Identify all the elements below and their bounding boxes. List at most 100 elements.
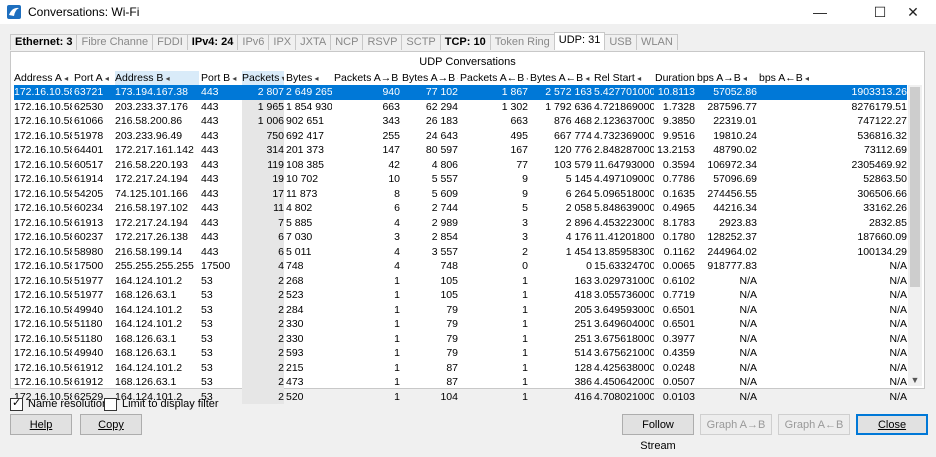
table-row[interactable]: 172.16.10.5851180168.126.63.153233017912…: [14, 332, 907, 347]
conversation-table[interactable]: 172.16.10.5863721173.194.167.384432 8072…: [14, 85, 907, 404]
table-cell: 2: [242, 375, 284, 390]
tab-jxta[interactable]: JXTA: [295, 34, 331, 50]
column-header-packets-a-b[interactable]: Packets A←B ◂: [460, 71, 528, 85]
table-cell: 17500: [201, 259, 241, 274]
table-cell: 1: [460, 303, 528, 318]
table-cell: 51180: [74, 317, 112, 332]
table-row[interactable]: 172.16.10.5864401172.217.161.14244331420…: [14, 143, 907, 158]
table-cell: 103 579: [530, 158, 592, 173]
column-header-packets-a-b[interactable]: Packets A→B ◂: [334, 71, 400, 85]
vertical-scrollbar[interactable]: ▼: [908, 85, 922, 386]
table-cell: 0.1162: [655, 245, 695, 260]
table-row[interactable]: 172.16.10.5862530203.233.37.1764431 9651…: [14, 100, 907, 115]
tab-ipv6[interactable]: IPv6: [237, 34, 269, 50]
column-header-duration[interactable]: Duration ◂: [655, 71, 695, 85]
graph-b-to-a-button[interactable]: Graph A←B: [778, 414, 850, 435]
check-mark-icon: ✓: [12, 396, 21, 410]
tab-usb[interactable]: USB: [604, 34, 637, 50]
graph-a-to-b-button[interactable]: Graph A→B: [700, 414, 772, 435]
column-header-packets[interactable]: Packets ▾: [242, 71, 284, 85]
checkbox-box[interactable]: ✓: [10, 398, 23, 411]
column-header-port-a[interactable]: Port A ◂: [74, 71, 112, 85]
table-cell: 52863.50: [759, 172, 907, 187]
scroll-down-arrow-icon[interactable]: ▼: [908, 374, 922, 386]
table-row[interactable]: 172.16.10.5861066216.58.200.864431 00690…: [14, 114, 907, 129]
column-header-bps-a-b[interactable]: bps A←B ◂: [759, 71, 907, 85]
column-header-label: Packets: [242, 72, 279, 84]
column-header-label: Bytes A→B: [402, 72, 455, 84]
table-cell: 19810.24: [697, 129, 757, 144]
table-cell: 53: [201, 288, 241, 303]
table-row[interactable]: 172.16.10.5858980216.58.199.1444365 0114…: [14, 245, 907, 260]
tab-tcp-10[interactable]: TCP: 10: [440, 34, 491, 50]
table-cell: 77: [460, 158, 528, 173]
table-row[interactable]: 172.16.10.5849940164.124.101.25322841791…: [14, 303, 907, 318]
table-cell: 3.055736000: [594, 288, 654, 303]
table-row[interactable]: 172.16.10.5860237172.217.26.13844367 030…: [14, 230, 907, 245]
tab-wlan[interactable]: WLAN: [636, 34, 678, 50]
tab-fddi[interactable]: FDDI: [152, 34, 188, 50]
table-row[interactable]: 172.16.10.5817500255.255.255.25517500474…: [14, 259, 907, 274]
tab-ipx[interactable]: IPX: [268, 34, 296, 50]
table-row[interactable]: 172.16.10.5860234216.58.197.102443114 80…: [14, 201, 907, 216]
table-row[interactable]: 172.16.10.5861912164.124.101.25322151871…: [14, 361, 907, 376]
table-cell: 51977: [74, 288, 112, 303]
table-cell: 255: [334, 129, 400, 144]
table-cell: 172.16.10.58: [14, 172, 72, 187]
table-cell: 2 058: [530, 201, 592, 216]
table-row[interactable]: 172.16.10.5851978203.233.96.49443750692 …: [14, 129, 907, 144]
column-resize-arrow-icon: ◂: [163, 74, 169, 83]
help-button[interactable]: Help: [10, 414, 72, 435]
column-header-bytes[interactable]: Bytes ◂: [286, 71, 332, 85]
column-header-rel-start[interactable]: Rel Start ◂: [594, 71, 654, 85]
table-row[interactable]: 172.16.10.585420574.125.101.1664431711 8…: [14, 187, 907, 202]
table-row[interactable]: 172.16.10.5861914172.217.24.1944431910 7…: [14, 172, 907, 187]
tab-udp-31[interactable]: UDP: 31: [554, 32, 606, 50]
table-cell: 79: [402, 303, 458, 318]
column-header-bytes-a-b[interactable]: Bytes A←B ◂: [530, 71, 592, 85]
tab-fibre-channe[interactable]: Fibre Channe: [76, 34, 153, 50]
table-row[interactable]: 172.16.10.5851977164.124.101.25322681105…: [14, 274, 907, 289]
tab-ipv4-24[interactable]: IPv4: 24: [187, 34, 239, 50]
follow-stream-button[interactable]: Follow Stream: [622, 414, 694, 435]
minimize-button[interactable]: —: [797, 0, 843, 24]
tab-rsvp[interactable]: RSVP: [362, 34, 402, 50]
table-cell: 53: [201, 375, 241, 390]
table-row[interactable]: 172.16.10.5851977168.126.63.153252311051…: [14, 288, 907, 303]
column-header-address-b[interactable]: Address B ◂: [115, 71, 199, 85]
table-cell: 0.4359: [655, 346, 695, 361]
table-cell: 62 294: [402, 100, 458, 115]
table-cell: 1 454: [530, 245, 592, 260]
table-cell: 1: [460, 346, 528, 361]
copy-button[interactable]: Copy: [80, 414, 142, 435]
name-resolution-checkbox[interactable]: ✓ Name resolution: [10, 397, 108, 411]
table-cell: 443: [201, 216, 241, 231]
table-row[interactable]: 172.16.10.5851180164.124.101.25323301791…: [14, 317, 907, 332]
table-cell: 2 989: [402, 216, 458, 231]
column-header-port-b[interactable]: Port B ◂: [201, 71, 241, 85]
limit-display-filter-checkbox[interactable]: Limit to display filter: [104, 397, 219, 411]
column-header-bps-a-b[interactable]: bps A→B ◂: [697, 71, 757, 85]
close-window-button[interactable]: ✕: [890, 0, 936, 24]
tab-sctp[interactable]: SCTP: [401, 34, 440, 50]
tab-ethernet-3[interactable]: Ethernet: 3: [10, 34, 77, 50]
table-cell: 5.096518000: [594, 187, 654, 202]
copy-label: Copy: [98, 419, 124, 431]
column-header-bytes-a-b[interactable]: Bytes A→B ◂: [402, 71, 458, 85]
column-header-label: bps A→B: [697, 72, 741, 84]
table-cell: 1: [460, 332, 528, 347]
table-cell: 6: [242, 230, 284, 245]
table-cell: N/A: [759, 288, 907, 303]
tab-ncp[interactable]: NCP: [330, 34, 363, 50]
table-cell: 443: [201, 230, 241, 245]
table-row[interactable]: 172.16.10.5849940168.126.63.153259317915…: [14, 346, 907, 361]
table-row[interactable]: 172.16.10.5863721173.194.167.384432 8072…: [14, 85, 907, 100]
scrollbar-thumb[interactable]: [910, 87, 920, 287]
column-header-address-a[interactable]: Address A ◂: [14, 71, 72, 85]
table-row[interactable]: 172.16.10.5861912168.126.63.153247318713…: [14, 375, 907, 390]
table-row[interactable]: 172.16.10.5861913172.217.24.19444375 885…: [14, 216, 907, 231]
checkbox-box[interactable]: [104, 398, 117, 411]
close-button[interactable]: Close: [856, 414, 928, 435]
table-row[interactable]: 172.16.10.5860517216.58.220.193443119108…: [14, 158, 907, 173]
tab-token-ring[interactable]: Token Ring: [490, 34, 555, 50]
